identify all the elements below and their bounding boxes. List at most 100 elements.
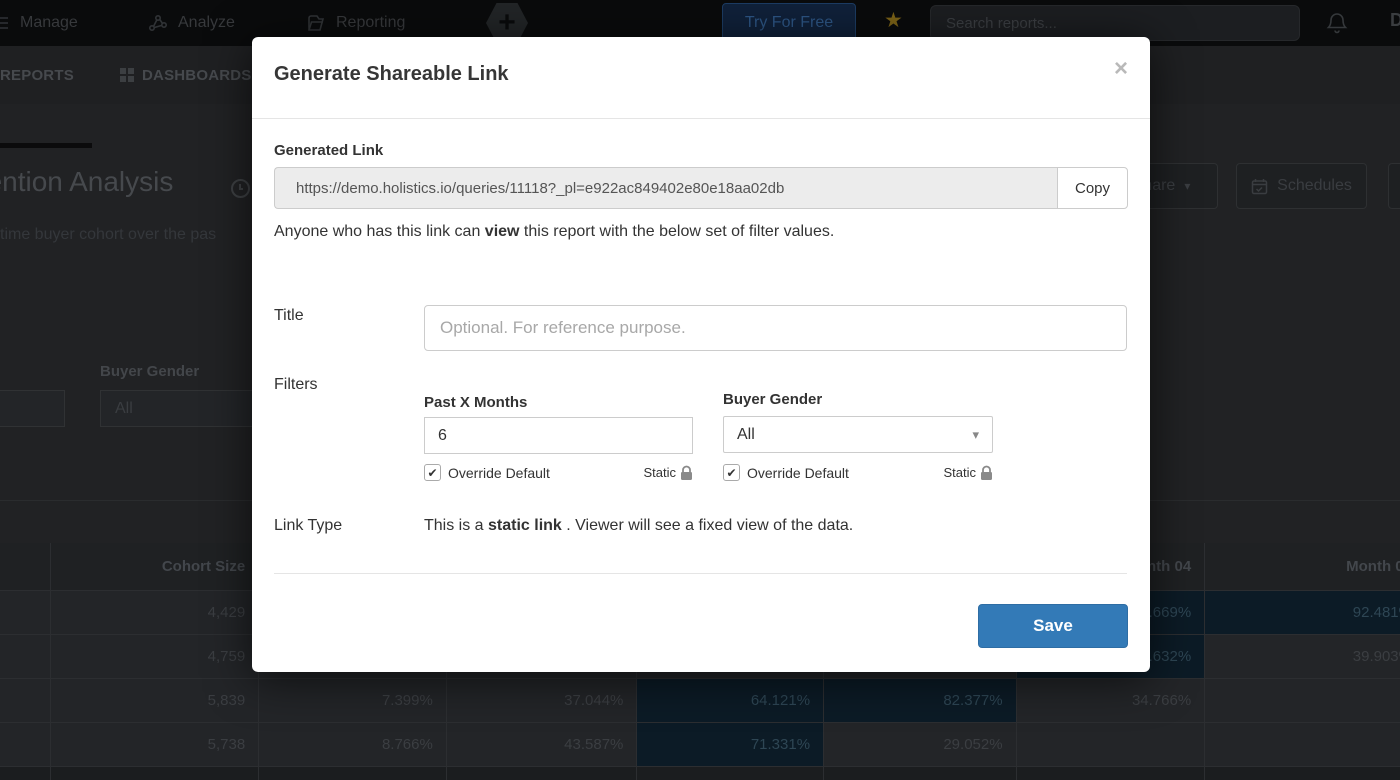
buyer-gender-value: All <box>737 425 755 443</box>
try-for-free-label: Try For Free <box>744 14 834 31</box>
dashboards-grid-icon <box>120 68 134 82</box>
override-default-label: Override Default <box>747 464 849 481</box>
generated-link-label: Generated Link <box>274 142 384 159</box>
nav-analyze[interactable]: Analyze <box>148 0 235 46</box>
save-button[interactable]: Save <box>978 604 1128 648</box>
close-icon[interactable]: × <box>1114 57 1128 81</box>
chevron-down-icon: ▾ <box>1184 179 1191 193</box>
past-x-months-value: 6 <box>438 426 447 444</box>
more-actions-button[interactable] <box>1388 163 1400 209</box>
table-row: 5,738 8.766% 43.587% 71.331% 29.052% <box>0 723 1400 767</box>
check-icon: ✔ <box>427 465 438 480</box>
page-title: Retention Analysis <box>0 166 174 197</box>
copy-button[interactable]: Copy <box>1057 167 1128 209</box>
table-cell: 64.121% <box>637 679 825 723</box>
title-input[interactable]: Optional. For reference purpose. <box>424 305 1127 351</box>
nav-manage[interactable]: Manage <box>0 0 78 46</box>
generated-link-url: https://demo.holistics.io/queries/11118?… <box>296 179 785 197</box>
analyze-network-icon <box>148 14 168 32</box>
modal-header-divider <box>252 118 1150 119</box>
search-placeholder: Search reports... <box>946 14 1057 32</box>
table-cell <box>446 767 638 780</box>
table-cell: 5,839 <box>51 679 260 723</box>
table-cell <box>1016 767 1206 780</box>
title-input-placeholder: Optional. For reference purpose. <box>440 318 686 337</box>
table-cell: 5,738 <box>51 723 260 767</box>
override-default-label: Override Default <box>448 464 550 481</box>
link-type-label: Link Type <box>274 517 343 534</box>
tab-reports-label: REPORTS <box>0 66 74 84</box>
table-cell: 37.044% <box>446 679 638 723</box>
table-cell: 4,429 <box>51 591 260 635</box>
override-default-checkbox[interactable]: ✔ <box>723 464 740 481</box>
tab-reports[interactable]: REPORTS <box>0 46 74 104</box>
override-default-checkbox[interactable]: ✔ <box>424 464 441 481</box>
table-cell: 82.377% <box>824 679 1017 723</box>
buyer-gender-label: Buyer Gender <box>723 391 823 408</box>
table-cell <box>0 635 52 679</box>
modal-title: Generate Shareable Link <box>274 63 509 85</box>
tab-dashboards[interactable]: DASHBOARDS <box>120 46 252 104</box>
generate-shareable-link-modal: Generate Shareable Link × Generated Link… <box>252 37 1150 672</box>
modal-footer-divider <box>274 573 1127 574</box>
table-cell <box>259 767 447 780</box>
table-cell <box>1205 767 1400 780</box>
table-cell: 34.766% <box>1016 679 1206 723</box>
table-header-cell <box>0 543 52 591</box>
copy-button-label: Copy <box>1074 179 1111 197</box>
table-cell <box>1205 723 1400 767</box>
past-x-months-override-row: ✔ Override Default Static <box>424 464 693 481</box>
share-note: Anyone who has this link can view this r… <box>274 223 835 240</box>
static-label: Static <box>643 465 676 480</box>
link-type-text: This is a static link . Viewer will see … <box>424 517 854 534</box>
table-cell: 71.331% <box>637 723 825 767</box>
buyer-gender-override-row: ✔ Override Default Static <box>723 464 993 481</box>
page-subtitle: time buyer cohort over the pas <box>0 226 217 243</box>
lock-icon <box>981 465 992 480</box>
table-cell <box>637 767 825 780</box>
past-x-months-label: Past X Months <box>424 394 528 411</box>
schedules-button[interactable]: Schedules <box>1236 163 1367 209</box>
reporting-folder-icon <box>308 15 325 31</box>
clock-icon <box>231 179 250 198</box>
title-field-label: Title <box>274 307 304 324</box>
select-caret-icon: ▾ <box>972 426 979 442</box>
plus-icon: + <box>498 6 516 39</box>
active-tab-underline <box>0 143 92 148</box>
bell-icon[interactable] <box>1326 11 1348 40</box>
generated-link-input[interactable]: https://demo.holistics.io/queries/11118?… <box>274 167 1057 209</box>
table-cell: 43.587% <box>446 723 638 767</box>
lock-icon <box>681 465 692 480</box>
table-cell <box>1016 723 1206 767</box>
calendar-check-icon <box>1251 178 1268 194</box>
nav-manage-label: Manage <box>20 14 78 31</box>
tab-dashboards-label: DASHBOARDS <box>142 66 252 84</box>
past-x-months-input[interactable]: 6 <box>424 417 693 454</box>
search-reports-input[interactable]: Search reports... <box>930 5 1300 41</box>
table-cell: 7.399% <box>259 679 447 723</box>
nav-analyze-label: Analyze <box>178 14 235 31</box>
save-button-label: Save <box>1033 616 1073 635</box>
bg-buyer-gender-select[interactable]: All <box>100 390 270 427</box>
user-avatar[interactable]: D <box>1390 10 1400 31</box>
bg-past-x-months-input[interactable] <box>0 390 65 427</box>
star-icon[interactable]: ★ <box>884 8 903 33</box>
static-tag: Static <box>943 465 993 481</box>
bg-buyer-gender-label: Buyer Gender <box>100 363 200 380</box>
check-icon: ✔ <box>726 465 737 480</box>
generated-link-group: https://demo.holistics.io/queries/11118?… <box>274 167 1128 209</box>
table-cell <box>1205 679 1400 723</box>
table-cell <box>0 591 52 635</box>
nav-reporting-label: Reporting <box>336 14 406 31</box>
table-cell <box>0 767 52 780</box>
static-label: Static <box>943 465 976 480</box>
buyer-gender-select[interactable]: All ▾ <box>723 416 993 453</box>
table-header-cell: Cohort Size <box>51 543 260 591</box>
schedules-label: Schedules <box>1277 177 1352 194</box>
table-cell <box>0 723 52 767</box>
table-cell: 92.481% <box>1205 591 1400 635</box>
filters-label: Filters <box>274 376 318 393</box>
table-cell: 39.903% <box>1205 635 1400 679</box>
table-cell <box>0 679 52 723</box>
table-row <box>0 767 1400 780</box>
